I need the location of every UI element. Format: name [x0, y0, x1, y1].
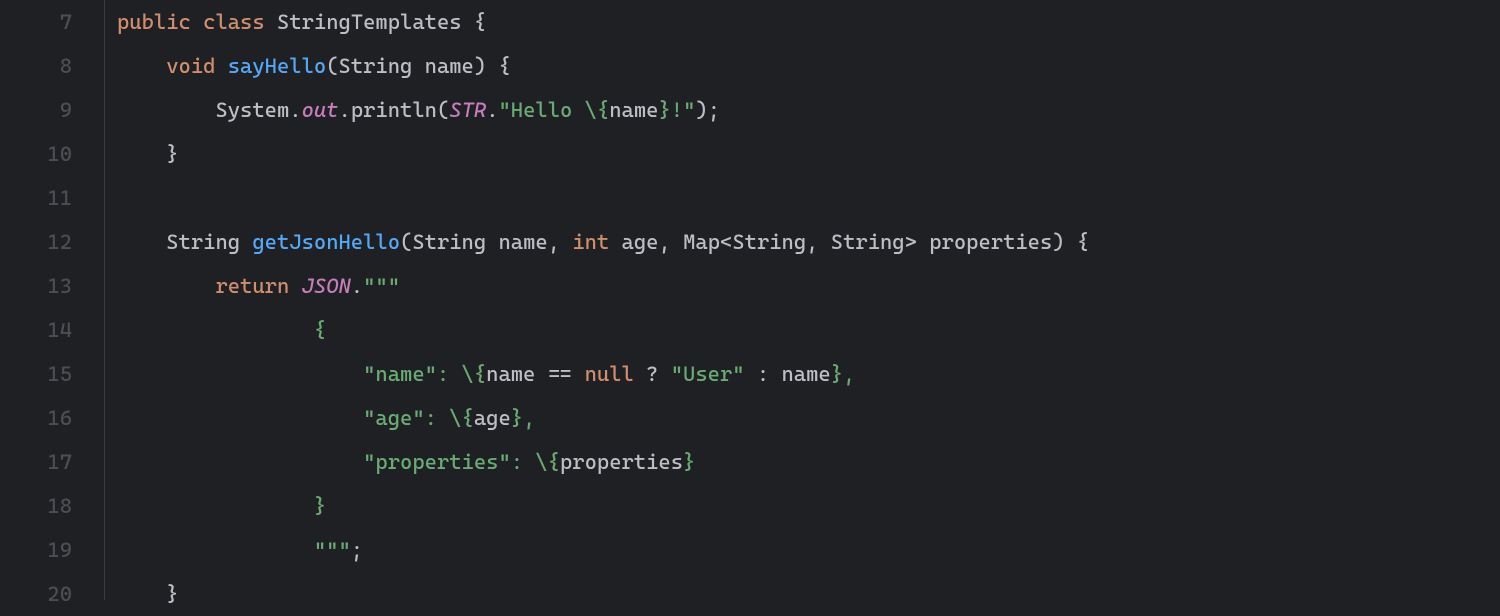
line-number: 14: [0, 308, 72, 352]
code-line[interactable]: "properties": \{properties}: [117, 440, 1500, 484]
code-line[interactable]: """;: [117, 528, 1500, 572]
code-editor[interactable]: 7 8 9 10 11 12 13 14 15 16 17 18 19 20 p…: [0, 0, 1500, 600]
type: String: [166, 230, 240, 254]
code-line[interactable]: }: [117, 572, 1500, 616]
interpolation: name: [609, 98, 658, 122]
code-line[interactable]: [117, 176, 1500, 220]
line-number: 12: [0, 220, 72, 264]
code-line[interactable]: public class StringTemplates {: [117, 0, 1500, 44]
line-number: 10: [0, 132, 72, 176]
method-name: sayHello: [228, 54, 326, 78]
code-line[interactable]: "name": \{name == null ? "User" : name},: [117, 352, 1500, 396]
parameter: name: [425, 54, 474, 78]
method-name: getJsonHello: [252, 230, 400, 254]
code-line[interactable]: "age": \{age},: [117, 396, 1500, 440]
template-processor: STR: [449, 98, 486, 122]
line-number: 7: [0, 0, 72, 44]
line-number: 9: [0, 88, 72, 132]
code-area[interactable]: public class StringTemplates { void sayH…: [105, 0, 1500, 600]
code-line[interactable]: String getJsonHello(String name, int age…: [117, 220, 1500, 264]
line-number: 11: [0, 176, 72, 220]
code-line[interactable]: {: [117, 308, 1500, 352]
template-processor: JSON: [302, 274, 351, 298]
keyword: public: [117, 10, 191, 34]
line-number: 15: [0, 352, 72, 396]
keyword: class: [203, 10, 265, 34]
keyword: int: [572, 230, 609, 254]
keyword: return: [215, 274, 289, 298]
line-number: 8: [0, 44, 72, 88]
line-number: 17: [0, 440, 72, 484]
line-number-gutter: 7 8 9 10 11 12 13 14 15 16 17 18 19 20: [0, 0, 105, 600]
line-number: 18: [0, 484, 72, 528]
method-call: println: [351, 98, 437, 122]
keyword: null: [585, 362, 634, 386]
string-literal: """: [363, 274, 400, 298]
string-literal: "Hello \{: [499, 98, 610, 122]
type: String: [339, 54, 413, 78]
code-line[interactable]: System.out.println(STR."Hello \{name}!")…: [117, 88, 1500, 132]
keyword: void: [166, 54, 215, 78]
code-line[interactable]: }: [117, 484, 1500, 528]
line-number: 20: [0, 572, 72, 616]
code-line[interactable]: }: [117, 132, 1500, 176]
brace: {: [474, 10, 486, 34]
line-number: 13: [0, 264, 72, 308]
code-line[interactable]: return JSON.""": [117, 264, 1500, 308]
field: out: [302, 98, 339, 122]
code-line[interactable]: void sayHello(String name) {: [117, 44, 1500, 88]
line-number: 19: [0, 528, 72, 572]
class-name: StringTemplates: [277, 10, 462, 34]
line-number: 16: [0, 396, 72, 440]
